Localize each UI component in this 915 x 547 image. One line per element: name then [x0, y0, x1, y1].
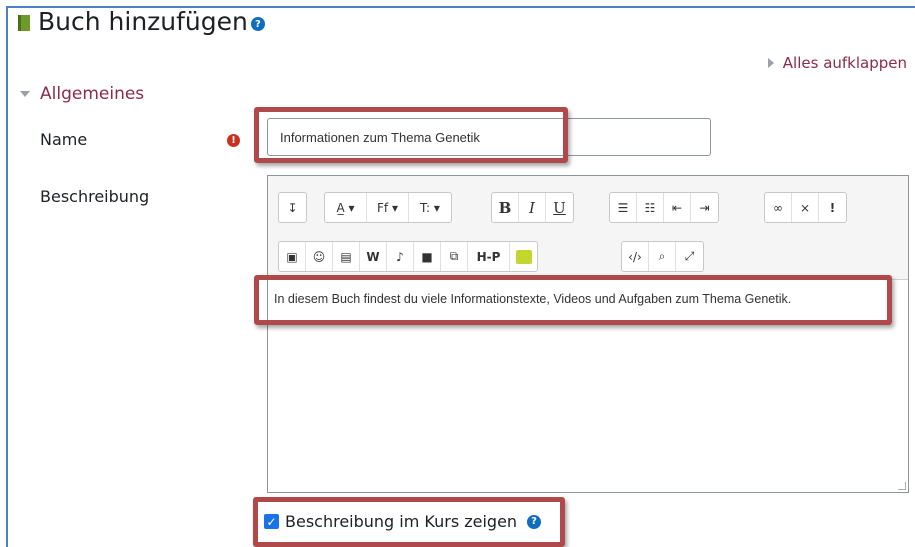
section-title: Allgemeines: [40, 84, 145, 104]
media-icon[interactable]: [510, 242, 537, 271]
collapse-icon[interactable]: ↧: [279, 193, 306, 222]
name-label: Name: [40, 130, 88, 149]
toolbar-group-tools: ‹/› ⌕ ⤢: [621, 241, 704, 272]
description-label: Beschreibung: [40, 187, 150, 206]
chevron-down-icon: [20, 91, 30, 97]
show-description-checkbox[interactable]: ✓: [264, 514, 279, 529]
toolbar-group-media: ▣ ☺ ▤ W ♪ ■ ⧉ H-P: [278, 241, 538, 272]
toolbar-group-collapse: ↧: [278, 192, 307, 223]
underline-icon[interactable]: U: [546, 193, 573, 222]
page-header: Buch hinzufügen ?: [18, 6, 265, 36]
help-icon[interactable]: ?: [527, 514, 542, 529]
chevron-right-icon: [767, 58, 774, 68]
description-text[interactable]: In diesem Buch findest du viele Informat…: [274, 292, 791, 306]
expand-all-link[interactable]: Alles aufklappen: [767, 54, 907, 72]
name-input[interactable]: Informationen zum Thema Genetik: [267, 118, 711, 156]
unordered-list-icon[interactable]: ☰: [610, 193, 637, 222]
expand-all-label: Alles aufklappen: [782, 54, 907, 72]
microphone-icon[interactable]: ♪: [387, 242, 414, 271]
section-toggle-general[interactable]: Allgemeines: [20, 84, 144, 104]
required-icon: !: [227, 134, 240, 147]
fullscreen-icon[interactable]: ⤢: [676, 242, 703, 271]
image-icon[interactable]: ▣: [279, 242, 306, 271]
file-icon[interactable]: ▤: [333, 242, 360, 271]
italic-icon[interactable]: I: [519, 193, 546, 222]
accessibility-icon[interactable]: !: [819, 193, 846, 222]
show-description-checkbox-row[interactable]: ✓ Beschreibung im Kurs zeigen ?: [264, 512, 542, 531]
font-size-icon[interactable]: T: ▾: [409, 193, 451, 222]
word-import-icon[interactable]: W: [360, 242, 387, 271]
toolbar-group-link: ∞ ⨯ !: [764, 192, 847, 223]
resize-handle[interactable]: [898, 482, 906, 490]
emoji-icon[interactable]: ☺: [306, 242, 333, 271]
ordered-list-icon[interactable]: ☷: [637, 193, 664, 222]
html-icon[interactable]: ‹/›: [622, 242, 649, 271]
font-family-icon[interactable]: Ff ▾: [367, 193, 409, 222]
editor-toolbar: ↧ A̲ ▾ Ff ▾ T: ▾ B I U ☰ ☷ ⇤ ⇥ ∞ ⨯ ! ▣ ☺…: [268, 176, 908, 280]
book-icon: [18, 15, 30, 31]
unlink-icon[interactable]: ⨯: [792, 193, 819, 222]
help-icon[interactable]: ?: [250, 17, 265, 31]
indent-icon[interactable]: ⇥: [691, 193, 718, 222]
outdent-icon[interactable]: ⇤: [664, 193, 691, 222]
link-icon[interactable]: ∞: [765, 193, 792, 222]
search-icon[interactable]: ⌕: [649, 242, 676, 271]
description-editor[interactable]: ↧ A̲ ▾ Ff ▾ T: ▾ B I U ☰ ☷ ⇤ ⇥ ∞ ⨯ ! ▣ ☺…: [267, 175, 909, 493]
copy-icon[interactable]: ⧉: [441, 242, 468, 271]
h5p-icon[interactable]: H-P: [468, 242, 510, 271]
toolbar-group-style: A̲ ▾ Ff ▾ T: ▾: [324, 192, 452, 223]
show-description-label: Beschreibung im Kurs zeigen: [285, 512, 518, 531]
toolbar-group-format: B I U: [491, 192, 574, 223]
font-color-icon[interactable]: A̲ ▾: [325, 193, 367, 222]
video-icon[interactable]: ■: [414, 242, 441, 271]
bold-icon[interactable]: B: [492, 193, 519, 222]
page-title: Buch hinzufügen: [38, 6, 248, 36]
toolbar-group-list: ☰ ☷ ⇤ ⇥: [609, 192, 719, 223]
